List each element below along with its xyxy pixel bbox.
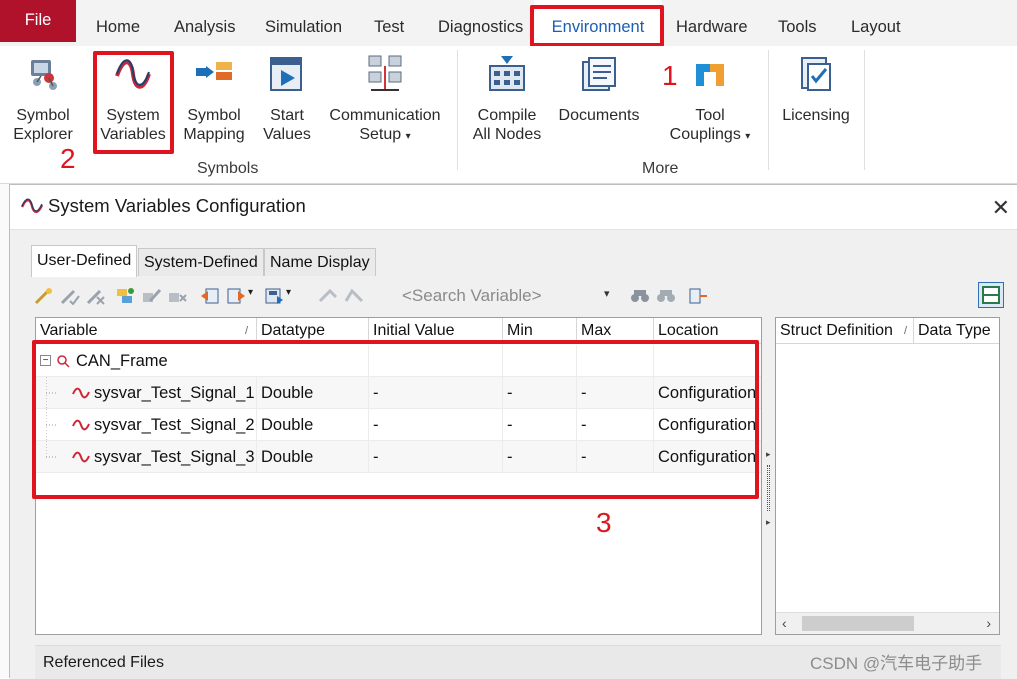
scrollbar-thumb[interactable] [802, 616, 914, 631]
delete-namespace-icon[interactable] [168, 287, 188, 305]
chevron-down-icon[interactable]: ▾ [286, 287, 291, 298]
move-down-icon[interactable] [344, 287, 364, 305]
expand-arrow-icon[interactable]: ▸ [766, 517, 771, 528]
start-values-button[interactable]: Start Values [256, 46, 318, 146]
tab-simulation[interactable]: Simulation [265, 0, 342, 46]
highlight-variable-rows [32, 340, 759, 499]
import-icon[interactable] [200, 287, 220, 305]
group-divider [768, 50, 769, 170]
find-icon[interactable] [630, 287, 650, 305]
edit-variable-icon[interactable] [60, 287, 80, 305]
tab-system-defined[interactable]: System-Defined [138, 248, 264, 276]
group-divider [457, 50, 458, 170]
symbol-mapping-button[interactable]: Symbol Mapping [178, 46, 250, 146]
close-icon[interactable]: ✕ [992, 195, 1010, 221]
column-header-struct-definition[interactable]: Struct Definition / [776, 318, 914, 344]
dialog-title: System Variables Configuration [48, 195, 306, 216]
new-namespace-icon[interactable] [116, 287, 136, 305]
symbol-mapping-icon [196, 62, 232, 80]
background-window-edge [0, 184, 9, 678]
documents-icon [582, 57, 616, 91]
column-header-data-type[interactable]: Data Type [914, 318, 999, 344]
compile-icon [489, 56, 525, 91]
find-next-icon[interactable] [656, 287, 676, 305]
group-divider [864, 50, 865, 170]
horizontal-scrollbar[interactable]: ‹ › [776, 612, 999, 634]
licensing-button[interactable]: Licensing [776, 46, 856, 146]
new-variable-icon[interactable] [34, 287, 54, 305]
tab-hardware[interactable]: Hardware [676, 0, 748, 46]
symbol-explorer-button[interactable]: Symbol Explorer [6, 46, 80, 146]
tab-diagnostics[interactable]: Diagnostics [438, 0, 523, 46]
panel-splitter[interactable]: ▸ ▸ [762, 317, 775, 635]
sine-wave-icon [21, 198, 43, 214]
show-definition-icon[interactable] [688, 287, 708, 305]
export-icon[interactable] [226, 287, 246, 305]
licensing-icon [801, 57, 831, 91]
tab-tools[interactable]: Tools [778, 0, 817, 46]
compile-all-nodes-button[interactable]: Compile All Nodes [468, 46, 546, 146]
group-label-more: More [642, 160, 679, 177]
watermark: CSDN @汽车电子助手 [810, 654, 983, 673]
tab-user-defined[interactable]: User-Defined [31, 245, 138, 277]
referenced-files-label: Referenced Files [43, 654, 164, 671]
tab-layout[interactable]: Layout [851, 0, 901, 46]
symbol-explorer-icon [31, 60, 57, 90]
documents-button[interactable]: Documents [556, 46, 642, 146]
expand-arrow-icon[interactable]: ▸ [766, 449, 771, 460]
annotation-number-1: 1 [662, 60, 678, 91]
layout-toggle-button[interactable] [978, 282, 1004, 308]
edit-namespace-icon[interactable] [142, 287, 162, 305]
struct-grid-header: Struct Definition / Data Type [776, 318, 999, 344]
chevron-down-icon[interactable]: ▾ [248, 287, 253, 298]
tab-analysis[interactable]: Analysis [174, 0, 235, 46]
tab-file[interactable]: File [0, 0, 76, 42]
search-variable-input[interactable]: <Search Variable> [400, 284, 618, 308]
scroll-right-icon[interactable]: › [986, 615, 991, 631]
chevron-down-icon[interactable]: ▾ [604, 287, 610, 300]
highlight-environment-tab [530, 5, 664, 47]
splitter-grip[interactable] [767, 465, 770, 511]
struct-definition-panel: Struct Definition / Data Type ‹ › [775, 317, 1000, 635]
scroll-left-icon[interactable]: ‹ [782, 615, 787, 631]
start-values-icon [270, 57, 302, 91]
annotation-number-3: 3 [596, 507, 612, 538]
save-copy-icon[interactable] [264, 287, 284, 305]
group-label-symbols: Symbols [197, 160, 259, 177]
delete-variable-icon[interactable] [86, 287, 106, 305]
tab-test[interactable]: Test [374, 0, 404, 46]
tab-home[interactable]: Home [96, 0, 140, 46]
highlight-system-variables-button [93, 51, 174, 154]
tab-name-display[interactable]: Name Display [264, 248, 376, 276]
panel-layout-icon [982, 286, 1000, 304]
tool-couplings-icon [696, 64, 724, 86]
communication-setup-button[interactable]: Communication Setup ▾ [328, 46, 442, 146]
ribbon-tab-bar: File Home Analysis Simulation Test Diagn… [0, 0, 1017, 46]
move-up-icon[interactable] [318, 287, 338, 305]
variables-toolbar: ▾ ▾ <Search Variable> ▾ [32, 279, 1004, 313]
communication-setup-icon [368, 55, 402, 91]
annotation-number-2: 2 [60, 143, 76, 174]
